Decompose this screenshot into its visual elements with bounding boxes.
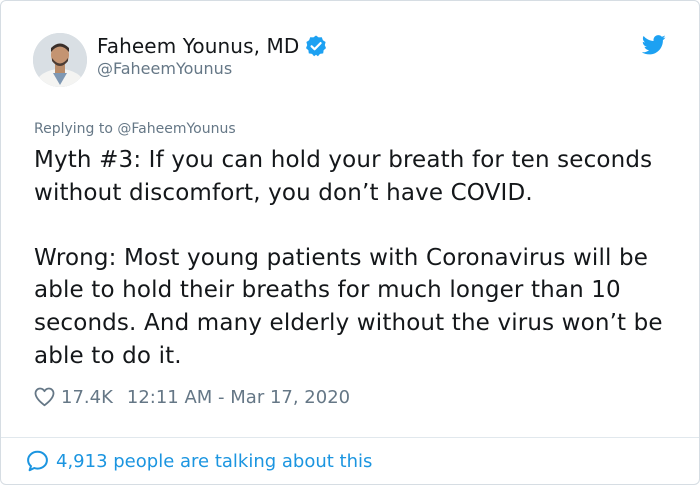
talking-about-link[interactable]: 4,913 people are talking about this bbox=[25, 448, 372, 474]
footer-divider bbox=[1, 437, 699, 438]
person-in-white-coat-avatar-icon bbox=[33, 33, 87, 87]
tweet-paragraph-2: Wrong: Most young patients with Coronavi… bbox=[34, 244, 663, 369]
replying-to-line: Replying to @FaheemYounus bbox=[34, 121, 236, 137]
author-display-name[interactable]: Faheem Younus, MD bbox=[97, 34, 299, 58]
tweet-paragraph-1: Myth #3: If you can hold your breath for… bbox=[34, 147, 653, 206]
like-count[interactable]: 17.4K bbox=[61, 387, 113, 408]
tweet-timestamp[interactable]: 12:11 AM - Mar 17, 2020 bbox=[127, 387, 350, 408]
tweet-card: Faheem Younus, MD @FaheemYounus Replying… bbox=[0, 0, 700, 485]
heart-icon[interactable] bbox=[34, 387, 55, 407]
tweet-header: Faheem Younus, MD @FaheemYounus bbox=[1, 1, 699, 101]
talking-about-text[interactable]: 4,913 people are talking about this bbox=[56, 451, 372, 472]
verified-badge-icon bbox=[304, 34, 328, 58]
replying-to-handle[interactable]: @FaheemYounus bbox=[117, 121, 235, 137]
twitter-bird-icon[interactable] bbox=[641, 35, 666, 55]
author-name-row: Faheem Younus, MD bbox=[97, 33, 328, 59]
speech-bubble-icon bbox=[25, 449, 49, 473]
author-avatar[interactable] bbox=[33, 33, 87, 87]
replying-to-label: Replying to bbox=[34, 121, 113, 137]
tweet-text: Myth #3: If you can hold your breath for… bbox=[34, 144, 679, 372]
author-handle[interactable]: @FaheemYounus bbox=[97, 59, 232, 78]
tweet-meta-row: 17.4K 12:11 AM - Mar 17, 2020 bbox=[34, 385, 350, 409]
